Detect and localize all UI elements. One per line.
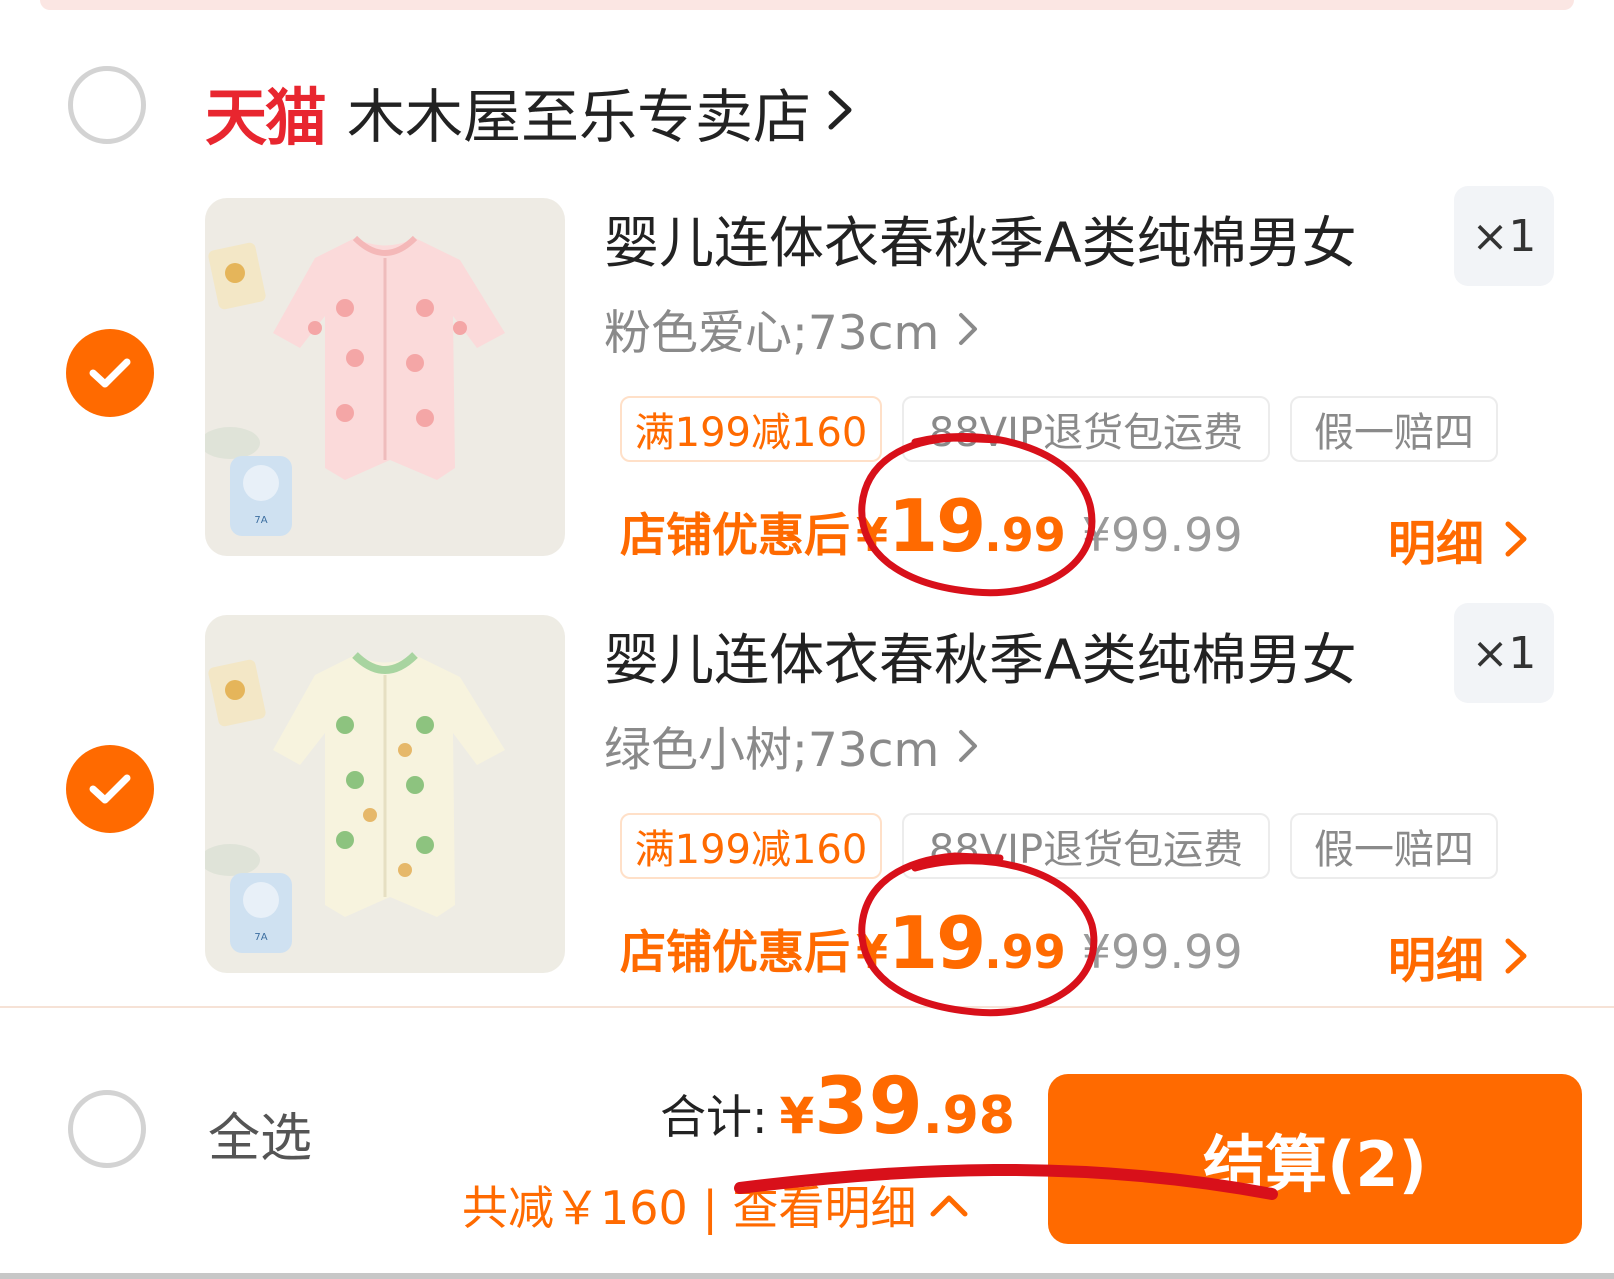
chevron-up-icon: [930, 1195, 968, 1217]
item-2-check[interactable]: [66, 745, 154, 833]
item-2-title[interactable]: 婴儿连体衣春秋季A类纯棉男女: [604, 615, 1357, 695]
item-1-price-row: 店铺优惠后 ¥ 19 .99 ¥99.99: [620, 484, 1243, 568]
item-1-price-int: 19: [888, 484, 986, 568]
svg-text:7A: 7A: [254, 932, 267, 943]
check-icon: [89, 358, 131, 388]
item-1-detail-label: 明细: [1388, 516, 1485, 572]
item-1-price-label: 店铺优惠后: [620, 508, 850, 562]
svg-text:7A: 7A: [254, 515, 267, 526]
chevron-right-icon: [959, 312, 978, 345]
savings-detail-link[interactable]: 共减￥160 | 查看明细: [462, 1172, 971, 1238]
select-all-radio[interactable]: [68, 1090, 146, 1168]
item-1-orig-price: ¥99.99: [1081, 508, 1243, 562]
item-1-tag-promo: 满199减160: [620, 396, 882, 462]
item-1-check[interactable]: [66, 329, 154, 417]
chevron-right-icon: [1505, 521, 1527, 557]
item-1-detail-link[interactable]: 明细: [1388, 504, 1534, 574]
item-2-image[interactable]: 7A: [205, 615, 565, 973]
checkout-button[interactable]: 结算(2): [1048, 1074, 1582, 1244]
item-2-orig-price: ¥99.99: [1081, 925, 1243, 979]
bottom-edge: [0, 1273, 1614, 1279]
total-label: 合计:: [660, 1090, 768, 1144]
item-2-price-dec: .99: [984, 925, 1066, 979]
item-2-tag-promo: 满199减160: [620, 813, 882, 879]
total-price: 合计: ¥ 39 .98: [660, 1062, 1015, 1152]
footer-divider: [0, 1006, 1614, 1008]
item-1-price-yen: ¥: [856, 508, 889, 562]
item-2-tag-return: 88VIP退货包运费: [902, 813, 1270, 879]
item-2-detail-link[interactable]: 明细: [1388, 921, 1534, 991]
chevron-right-icon: [1505, 938, 1527, 974]
item-1-price-dec: .99: [984, 508, 1066, 562]
chevron-right-icon: [825, 85, 855, 139]
item-1-spec-text: 粉色爱心;73cm: [604, 306, 940, 361]
item-2-spec[interactable]: 绿色小树;73cm: [604, 711, 983, 780]
shop-name[interactable]: 木木屋至乐专卖店: [347, 70, 811, 154]
item-2-qty[interactable]: ×1: [1454, 603, 1554, 703]
item-1-tag-return: 88VIP退货包运费: [902, 396, 1270, 462]
shop-select-radio[interactable]: [68, 66, 146, 144]
tmall-logo: 天猫: [205, 81, 327, 154]
item-1-qty[interactable]: ×1: [1454, 186, 1554, 286]
item-2-spec-text: 绿色小树;73cm: [604, 723, 940, 778]
item-2-price-row: 店铺优惠后 ¥ 19 .99 ¥99.99: [620, 901, 1243, 985]
item-2-tag-guarantee: 假一赔四: [1290, 813, 1498, 879]
item-2-detail-label: 明细: [1388, 933, 1485, 989]
item-2-price-int: 19: [888, 901, 986, 985]
check-icon: [89, 774, 131, 804]
total-dec: .98: [922, 1086, 1015, 1146]
savings-text: 共减￥160 | 查看明细: [462, 1181, 917, 1235]
total-int: 39: [814, 1062, 923, 1152]
total-yen: ¥: [779, 1087, 815, 1145]
item-1-spec[interactable]: 粉色爱心;73cm: [604, 294, 983, 363]
item-1-tag-guarantee: 假一赔四: [1290, 396, 1498, 462]
item-1-title[interactable]: 婴儿连体衣春秋季A类纯棉男女: [604, 198, 1357, 278]
top-separator: [40, 0, 1574, 10]
select-all-label[interactable]: 全选: [208, 1096, 312, 1171]
item-2-price-yen: ¥: [856, 925, 889, 979]
chevron-right-icon: [959, 729, 978, 762]
item-2-price-label: 店铺优惠后: [620, 925, 850, 979]
item-1-image[interactable]: 7A: [205, 198, 565, 556]
shop-header[interactable]: 天猫 木木屋至乐专卖店: [205, 70, 855, 154]
